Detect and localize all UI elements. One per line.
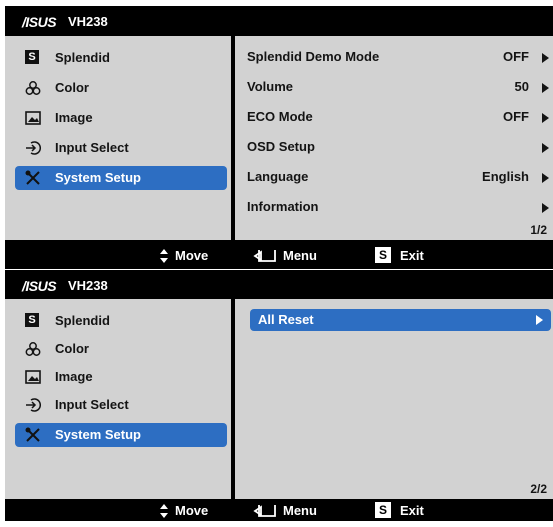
sidebar-item-label: Color [55,80,89,95]
setting-label: Language [247,169,309,184]
setting-value: OFF [503,109,529,124]
exit-label: Exit [400,248,424,263]
sidebar-item-label: Input Select [55,140,129,155]
sidebar: S Splendid Color Image Input Select Syst… [5,299,231,499]
setting-label: OSD Setup [247,139,315,154]
model-name: VH238 [68,14,108,29]
move-hint: Move [160,503,209,518]
setting-label: All Reset [258,312,314,327]
splendid-s-icon: S [25,50,41,66]
sidebar-item-label: Splendid [55,313,110,328]
setting-information[interactable]: Information [247,196,549,218]
exit-label: Exit [400,503,424,518]
title-bar: /ISUS VH238 [5,270,553,300]
menu-hint: Menu [253,248,317,263]
footer-bar: Move Menu S Exit [5,499,553,521]
setting-volume[interactable]: Volume 50 [247,76,549,98]
image-icon [25,369,41,385]
setting-eco-mode[interactable]: ECO Mode OFF [247,106,549,128]
wrench-screwdriver-icon [25,170,41,186]
arrow-right-icon [542,203,549,213]
exit-s-icon: S [375,247,391,263]
sidebar-item-system-setup[interactable]: System Setup [15,166,227,190]
sidebar: S Splendid Color Image Input Select Syst… [5,36,231,240]
model-name: VH238 [68,278,108,293]
arrow-right-icon [542,83,549,93]
image-icon [25,110,41,126]
setting-all-reset[interactable]: All Reset [250,309,551,331]
move-label: Move [175,503,209,518]
setting-osd-setup[interactable]: OSD Setup [247,136,549,158]
sidebar-item-label: Input Select [55,397,129,412]
sidebar-item-system-setup[interactable]: System Setup [15,423,227,447]
sidebar-item-image[interactable]: Image [15,106,227,130]
setting-label: Volume [247,79,293,94]
osd-panel-page-2: /ISUS VH238 S Splendid Color Image Input… [5,270,553,521]
sidebar-item-label: Splendid [55,50,110,65]
up-down-arrow-icon [160,504,168,518]
move-label: Move [175,248,209,263]
setting-splendid-demo-mode[interactable]: Splendid Demo Mode OFF [247,46,549,68]
page-indicator: 1/2 [530,223,547,237]
arrow-right-icon [542,173,549,183]
setting-language[interactable]: Language English [247,166,549,188]
sidebar-item-image[interactable]: Image [15,365,227,389]
sidebar-item-input-select[interactable]: Input Select [15,136,227,160]
setting-value: English [482,169,529,184]
setting-value: OFF [503,49,529,64]
color-circles-icon [25,341,41,357]
exit-s-icon: S [375,502,391,518]
arrow-right-icon [542,143,549,153]
sidebar-item-color[interactable]: Color [15,337,227,361]
sidebar-item-color[interactable]: Color [15,76,227,100]
sidebar-item-label: Image [55,110,93,125]
color-circles-icon [25,80,41,96]
splendid-s-icon: S [25,313,41,329]
asus-logo: /ISUS [22,14,57,30]
title-bar: /ISUS VH238 [5,6,553,36]
setting-value: 50 [514,79,529,94]
settings-panel: All Reset 2/2 [235,299,553,499]
sidebar-item-label: System Setup [55,427,141,442]
sidebar-item-splendid[interactable]: S Splendid [15,309,227,333]
arrow-right-icon [542,113,549,123]
settings-panel: Splendid Demo Mode OFF Volume 50 ECO Mod… [235,36,553,240]
up-down-arrow-icon [160,249,168,263]
input-arrow-icon [25,140,41,156]
input-arrow-icon [25,397,41,413]
sidebar-item-label: Color [55,341,89,356]
page-indicator: 2/2 [530,482,547,496]
footer-bar: Move Menu S Exit [5,241,553,269]
menu-label: Menu [283,503,317,518]
sidebar-item-label: Image [55,369,93,384]
menu-enter-icon [253,250,276,262]
arrow-right-icon [542,53,549,63]
sidebar-item-input-select[interactable]: Input Select [15,393,227,417]
menu-label: Menu [283,248,317,263]
exit-hint: S Exit [375,502,424,518]
exit-hint: S Exit [375,247,424,263]
setting-label: Information [247,199,319,214]
menu-enter-icon [253,505,276,517]
menu-hint: Menu [253,503,317,518]
move-hint: Move [160,248,209,263]
sidebar-item-splendid[interactable]: S Splendid [15,46,227,70]
asus-logo: /ISUS [22,278,57,294]
osd-panel-page-1: /ISUS VH238 S Splendid Color Image Input… [5,6,553,269]
wrench-screwdriver-icon [25,427,41,443]
setting-label: ECO Mode [247,109,313,124]
sidebar-item-label: System Setup [55,170,141,185]
arrow-right-icon [536,315,543,325]
setting-label: Splendid Demo Mode [247,49,380,64]
